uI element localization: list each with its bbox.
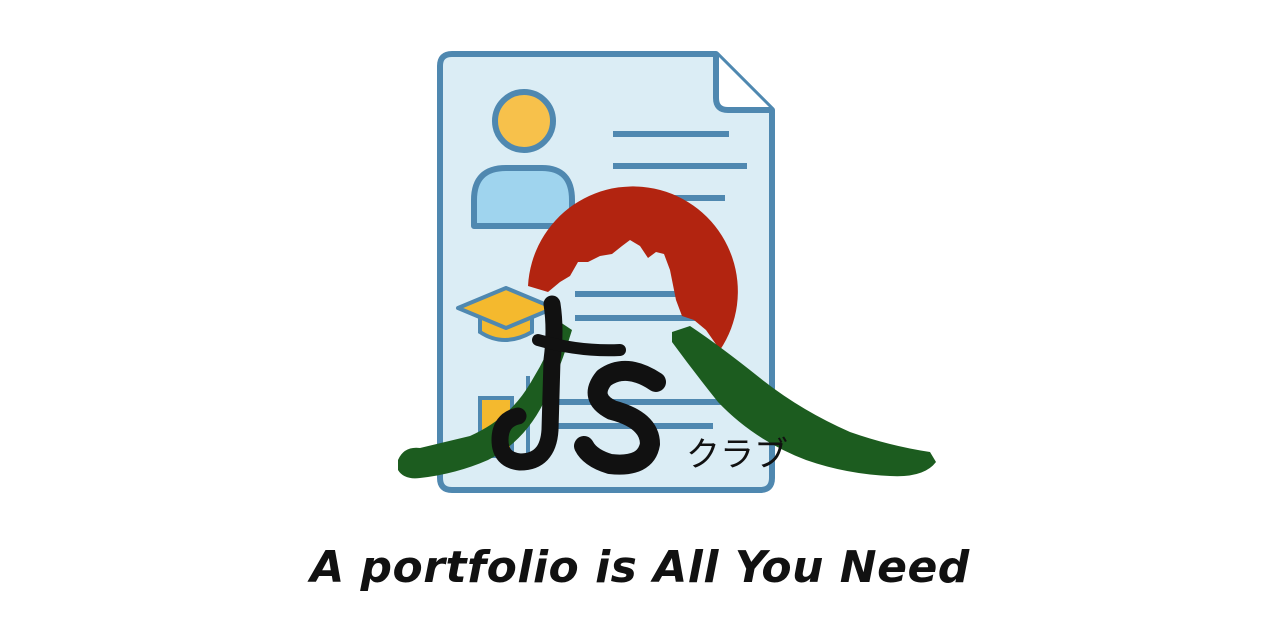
headline: A portfolio is All You Need [310,541,970,593]
js-logo-text: JS [0,0,1,1]
club-label: クラブ [686,435,788,475]
